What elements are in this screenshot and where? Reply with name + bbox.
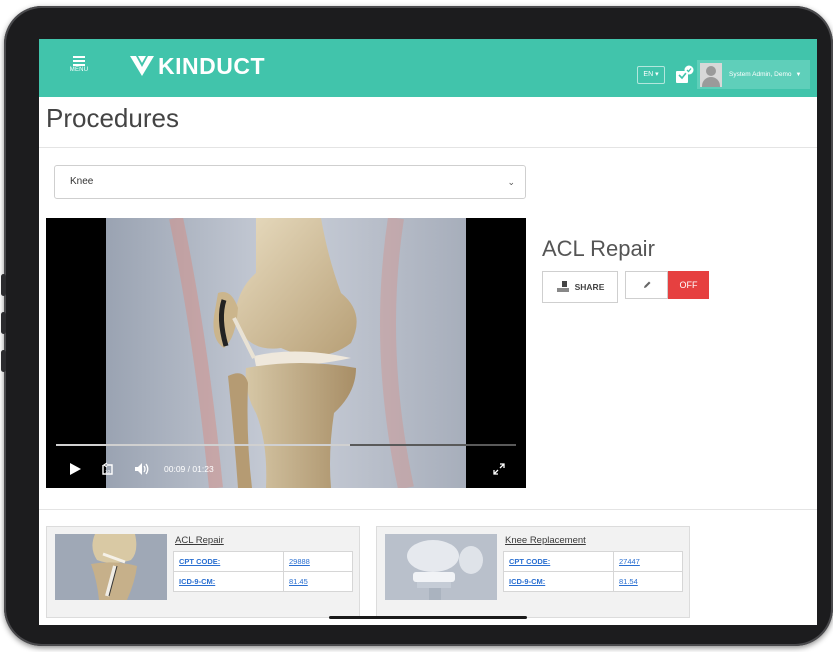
chevron-down-icon: ⌄ xyxy=(507,177,515,187)
knee-replacement-thumbnail xyxy=(385,534,497,600)
procedure-codes-table: CPT CODE: 29888 ICD-9-CM: 81.45 xyxy=(173,551,353,592)
tablet-frame: MENU KINDUCT EN ▾ System Admin, Demo ▼ P… xyxy=(1,6,833,646)
video-progress-played xyxy=(56,444,351,446)
code-key[interactable]: ICD-9-CM: xyxy=(173,571,284,592)
tablet-side-button xyxy=(1,350,6,372)
share-icon xyxy=(556,281,570,293)
notification-badge-icon xyxy=(676,65,694,83)
knee-anatomy-video-frame xyxy=(106,218,466,488)
tablet-side-button xyxy=(1,274,6,296)
fullscreen-icon[interactable] xyxy=(492,462,506,476)
user-name: System Admin, Demo xyxy=(729,71,792,78)
rewind-10-icon[interactable]: 10 xyxy=(99,461,115,477)
code-value[interactable]: 81.54 xyxy=(613,571,683,592)
video-current-time: 00:09 xyxy=(164,464,186,474)
divider xyxy=(39,147,817,148)
share-button[interactable]: SHARE xyxy=(542,271,618,303)
video-progress-bar[interactable] xyxy=(56,444,516,446)
notifications-button[interactable] xyxy=(675,65,695,85)
brand-name: KINDUCT xyxy=(158,52,265,79)
video-time-separator: / xyxy=(187,464,191,474)
avatar xyxy=(700,62,722,87)
table-row: ICD-9-CM: 81.54 xyxy=(503,571,683,592)
kinduct-logo-icon xyxy=(130,56,154,76)
video-player[interactable]: 10 00:09 / 01:23 xyxy=(46,218,526,488)
procedure-category-select[interactable]: Knee ⌄ xyxy=(54,165,526,199)
page-title: Procedures xyxy=(46,103,179,133)
procedure-card-title[interactable]: Knee Replacement xyxy=(505,535,586,546)
code-value[interactable]: 81.45 xyxy=(283,571,353,592)
edit-button[interactable] xyxy=(625,271,668,299)
home-indicator xyxy=(329,616,527,619)
top-bar: MENU KINDUCT EN ▾ System Admin, Demo ▼ xyxy=(39,39,817,97)
acl-repair-thumbnail xyxy=(55,534,167,600)
language-dropdown[interactable]: EN ▾ xyxy=(637,66,665,84)
divider xyxy=(39,509,817,510)
code-value[interactable]: 27447 xyxy=(613,551,683,572)
table-row: CPT CODE: 29888 xyxy=(173,551,353,572)
procedure-codes-table: CPT CODE: 27447 ICD-9-CM: 81.54 xyxy=(503,551,683,592)
pencil-icon xyxy=(643,281,650,288)
play-icon[interactable] xyxy=(68,462,82,476)
procedure-card[interactable]: Knee Replacement CPT CODE: 27447 ICD-9-C… xyxy=(376,526,690,618)
brand-logo[interactable]: KINDUCT xyxy=(129,53,265,79)
user-menu[interactable]: System Admin, Demo ▼ xyxy=(697,60,810,89)
procedure-card[interactable]: ACL Repair CPT CODE: 29888 ICD-9-CM: 81.… xyxy=(46,526,360,618)
volume-icon[interactable] xyxy=(134,462,150,476)
code-key[interactable]: CPT CODE: xyxy=(173,551,284,572)
table-row: ICD-9-CM: 81.45 xyxy=(173,571,353,592)
app-screen: MENU KINDUCT EN ▾ System Admin, Demo ▼ P… xyxy=(39,39,817,625)
code-key[interactable]: ICD-9-CM: xyxy=(503,571,614,592)
code-key[interactable]: CPT CODE: xyxy=(503,551,614,572)
tablet-side-button xyxy=(1,312,6,334)
share-label: SHARE xyxy=(574,282,605,292)
menu-label: MENU xyxy=(69,67,89,73)
procedure-card-title[interactable]: ACL Repair xyxy=(175,535,224,546)
table-row: CPT CODE: 27447 xyxy=(503,551,683,572)
video-duration: 01:23 xyxy=(192,464,214,474)
menu-button[interactable]: MENU xyxy=(64,56,94,82)
code-value[interactable]: 29888 xyxy=(283,551,353,572)
procedure-title: ACL Repair xyxy=(542,236,655,261)
hamburger-icon xyxy=(73,56,85,58)
svg-text:10: 10 xyxy=(105,469,111,474)
caret-down-icon: ▼ xyxy=(795,71,802,78)
select-value: Knee xyxy=(70,176,94,187)
visibility-off-toggle[interactable]: OFF xyxy=(668,271,709,299)
video-time: 00:09 / 01:23 xyxy=(164,464,214,474)
